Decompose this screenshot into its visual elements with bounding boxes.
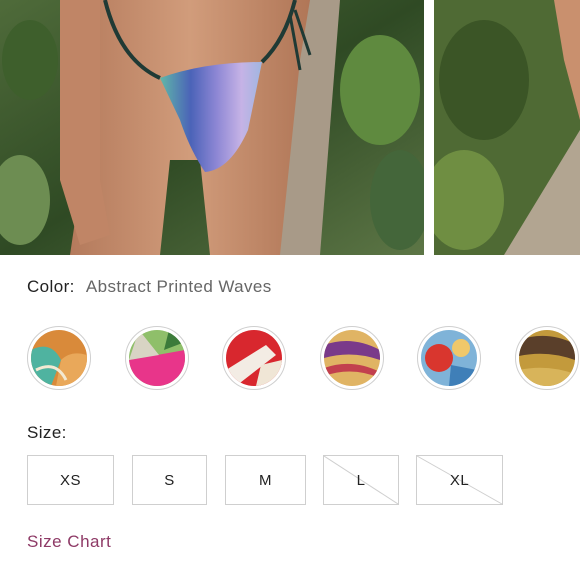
size-option-label: M — [259, 471, 272, 489]
swatch-abstract-printed-waves[interactable] — [27, 326, 91, 390]
size-chart-link[interactable]: Size Chart — [27, 532, 111, 552]
product-gallery — [0, 0, 580, 255]
size-option-label: XL — [449, 471, 470, 489]
size-option-xs[interactable]: XS — [27, 455, 114, 505]
swatch-green-pink-print[interactable] — [125, 326, 189, 390]
size-option-l[interactable]: L — [323, 455, 399, 505]
product-photo-side[interactable] — [434, 0, 580, 255]
swatch-purple-gold-print[interactable] — [320, 326, 384, 390]
color-swatches — [27, 326, 580, 392]
size-option-label: L — [356, 471, 366, 489]
swatch-brown-gold-icon — [519, 330, 575, 386]
selected-color-value: Abstract Printed Waves — [85, 277, 272, 296]
swatch-teal-orange-icon — [31, 330, 87, 386]
size-option-s[interactable]: S — [132, 455, 207, 505]
swatch-floral-blue-red-print[interactable] — [417, 326, 481, 390]
swatch-red-white-icon — [226, 330, 282, 386]
size-option-m[interactable]: M — [225, 455, 306, 505]
color-selection: Color: Abstract Printed Waves — [27, 277, 272, 297]
swatch-brown-gold-print[interactable] — [515, 326, 579, 390]
size-option-xl[interactable]: XL — [416, 455, 503, 505]
size-option-label: S — [164, 471, 175, 489]
product-photo-main[interactable] — [0, 0, 424, 255]
swatch-green-pink-icon — [129, 330, 185, 386]
color-label: Color: — [27, 277, 75, 296]
swatch-purple-gold-icon — [324, 330, 380, 386]
size-option-label: XS — [59, 471, 81, 489]
swatch-blue-red-icon — [421, 330, 477, 386]
size-label: Size: — [27, 423, 67, 442]
swatch-red-white-print[interactable] — [222, 326, 286, 390]
